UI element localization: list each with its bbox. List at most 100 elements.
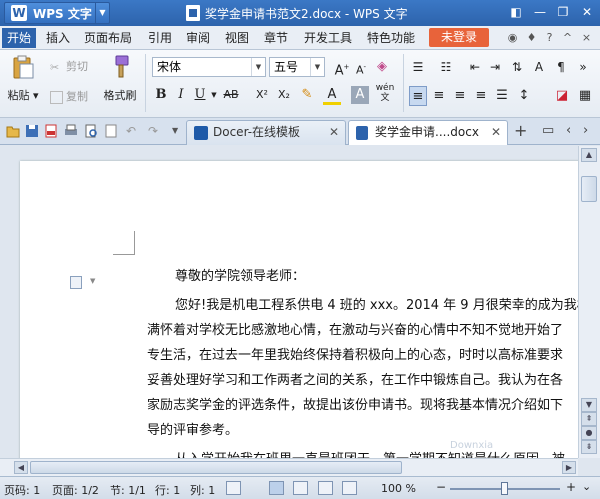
strikethrough-button[interactable]: AB bbox=[220, 85, 242, 105]
print-preview-icon[interactable] bbox=[84, 124, 98, 138]
status-page-number[interactable]: 页码: 1 bbox=[4, 482, 40, 498]
tab-active-document[interactable]: 奖学金申请....docx ✕ bbox=[348, 120, 508, 145]
spellcheck-icon[interactable] bbox=[226, 481, 241, 495]
chinese-layout-icon[interactable]: A bbox=[530, 57, 548, 77]
copy-button[interactable]: 复制 bbox=[50, 88, 88, 104]
menu-page-layout[interactable]: 页面布局 bbox=[84, 29, 132, 47]
paragraph-handle-icon[interactable] bbox=[70, 276, 82, 289]
pdf-icon[interactable] bbox=[44, 124, 58, 138]
document-area[interactable]: ▼ 尊敬的学院领导老师： 您好!我是机电工程系供电 4 班的 xxx。2014 … bbox=[0, 146, 578, 458]
text-line[interactable]: 您好!我是机电工程系供电 4 班的 xxx。2014 年 9 月很荣幸的成为我校 bbox=[175, 294, 578, 313]
text-effect-icon[interactable]: ✎ bbox=[298, 85, 316, 105]
distributed-button[interactable]: ☰ bbox=[493, 86, 511, 106]
undo-icon[interactable]: ↶ bbox=[126, 124, 140, 138]
text-line[interactable]: 导的评审参考。 bbox=[147, 419, 238, 438]
ribbon-collapse-icon[interactable]: ^ bbox=[561, 31, 574, 44]
numbered-list-icon[interactable]: ☷ bbox=[437, 57, 455, 77]
shirt-icon[interactable]: ♦ bbox=[525, 31, 538, 44]
print-icon[interactable] bbox=[64, 124, 78, 138]
next-page-icon[interactable]: ⇟ bbox=[581, 440, 597, 454]
horizontal-scrollbar[interactable]: ◀ ▶ bbox=[0, 458, 578, 476]
chevron-down-icon[interactable]: ▼ bbox=[310, 58, 324, 76]
menu-review[interactable]: 审阅 bbox=[186, 29, 210, 47]
web-view-icon[interactable] bbox=[318, 481, 333, 495]
close-button[interactable]: ✕ bbox=[577, 3, 597, 21]
font-name-select[interactable]: 宋体 ▼ bbox=[152, 57, 266, 77]
open-folder-icon[interactable] bbox=[6, 124, 20, 138]
scroll-left-icon[interactable]: ◀ bbox=[14, 461, 28, 474]
cut-button[interactable]: ✂ 剪切 bbox=[50, 58, 88, 74]
document-preview-icon[interactable] bbox=[104, 124, 118, 138]
ribbon-close-icon[interactable]: × bbox=[580, 31, 593, 44]
status-section[interactable]: 节: 1/1 bbox=[110, 482, 146, 498]
show-marks-icon[interactable]: ¶ bbox=[552, 57, 570, 77]
scroll-up-icon[interactable]: ▲ bbox=[581, 148, 597, 162]
zoom-slider-knob[interactable] bbox=[501, 482, 508, 495]
status-column[interactable]: 列: 1 bbox=[190, 482, 215, 498]
zoom-level[interactable]: 100 % bbox=[381, 482, 416, 495]
menu-view[interactable]: 视图 bbox=[225, 29, 249, 47]
close-icon[interactable]: ✕ bbox=[329, 121, 339, 144]
login-button[interactable]: 未登录 bbox=[429, 28, 489, 47]
text-line[interactable]: 满怀着对学校无比感激地心情，在激动与兴奋的心情中不知不觉地开始了 bbox=[147, 319, 563, 338]
increase-indent-icon[interactable]: ⇥ bbox=[486, 57, 504, 77]
select-browse-icon[interactable]: ● bbox=[581, 426, 597, 440]
shading-icon[interactable]: ◪ bbox=[553, 86, 571, 106]
page-view-icon[interactable] bbox=[269, 481, 284, 495]
pinyin-button[interactable]: wén 文 bbox=[373, 83, 397, 103]
scroll-down-icon[interactable]: ▼ bbox=[581, 398, 597, 412]
minimize-button[interactable]: — bbox=[530, 3, 550, 21]
menu-references[interactable]: 引用 bbox=[148, 29, 172, 47]
scroll-right-icon[interactable]: ▶ bbox=[562, 461, 576, 474]
line-spacing-icon[interactable]: ↕ bbox=[515, 86, 533, 106]
skin-icon[interactable]: ◧ bbox=[506, 3, 526, 21]
customize-toolbar-icon[interactable]: ▼ bbox=[172, 124, 186, 138]
redo-icon[interactable]: ↷ bbox=[148, 124, 162, 138]
zoom-out-icon[interactable]: − bbox=[436, 480, 446, 494]
prev-page-icon[interactable]: ⇞ bbox=[581, 412, 597, 426]
vertical-scroll-thumb[interactable] bbox=[581, 176, 597, 202]
font-color-button[interactable]: A bbox=[323, 85, 341, 105]
status-row[interactable]: 行: 1 bbox=[155, 482, 180, 498]
pin-icon[interactable]: ◉ bbox=[506, 31, 519, 44]
justify-button[interactable]: ≡ bbox=[472, 86, 490, 106]
sort-icon[interactable]: ⇅ bbox=[508, 57, 526, 77]
maximize-button[interactable]: ❐ bbox=[553, 3, 573, 21]
full-screen-view-icon[interactable] bbox=[293, 481, 308, 495]
document-page[interactable]: ▼ 尊敬的学院领导老师： 您好!我是机电工程系供电 4 班的 xxx。2014 … bbox=[20, 161, 578, 458]
italic-button[interactable]: I bbox=[172, 85, 190, 105]
text-line[interactable]: 专生活，在过去一年里我始终保持着积极向上的心态，时时以高标准要求 bbox=[147, 344, 563, 363]
text-line[interactable]: 妥善处理好学习和工作两者之间的关系，在工作中锻炼自己。我认为在各 bbox=[147, 369, 563, 388]
new-tab-icon[interactable]: + bbox=[514, 123, 528, 139]
format-painter-button[interactable]: 格式刷 bbox=[100, 54, 140, 103]
tab-docer-templates[interactable]: Docer-在线模板 ✕ bbox=[186, 120, 346, 145]
font-size-select[interactable]: 五号 ▼ bbox=[269, 57, 325, 77]
outline-view-icon[interactable] bbox=[342, 481, 357, 495]
text-line[interactable]: 从入学开始我在班里一直是班团干，第一学期不知道是什么原因，被 bbox=[175, 448, 565, 458]
shrink-font-icon[interactable]: A- bbox=[352, 57, 370, 77]
menu-features[interactable]: 特色功能 bbox=[367, 29, 415, 47]
text-line[interactable]: 家励志奖学金的评选条件，故提出该份申请书。现将我基本情况介绍如下 bbox=[147, 394, 563, 413]
decrease-indent-icon[interactable]: ⇤ bbox=[466, 57, 484, 77]
paste-button[interactable]: 粘贴 ▾ bbox=[6, 54, 40, 103]
bold-button[interactable]: B bbox=[152, 85, 170, 105]
menu-sections[interactable]: 章节 bbox=[264, 29, 288, 47]
underline-button[interactable]: U bbox=[191, 85, 209, 105]
menu-insert[interactable]: 插入 bbox=[46, 29, 70, 47]
char-shading-button[interactable]: A bbox=[351, 86, 369, 104]
subscript-button[interactable]: X₂ bbox=[274, 85, 294, 105]
app-menu-button[interactable]: W WPS 文字 ▼ bbox=[4, 2, 110, 24]
tab-list-icon[interactable]: ▭ bbox=[542, 124, 556, 138]
horizontal-scroll-thumb[interactable] bbox=[30, 461, 402, 474]
vertical-scrollbar[interactable]: ▲ ▼ ⇞ ● ⇟ bbox=[578, 146, 600, 458]
save-icon[interactable] bbox=[25, 124, 39, 138]
chevron-down-icon[interactable]: ▼ bbox=[208, 85, 220, 105]
grow-font-icon[interactable]: A+ bbox=[333, 57, 351, 78]
zoom-in-icon[interactable]: + bbox=[566, 480, 576, 494]
align-left-button[interactable]: ≡ bbox=[409, 86, 427, 106]
menu-home[interactable]: 开始 bbox=[2, 28, 37, 48]
text-line[interactable]: 尊敬的学院领导老师： bbox=[175, 265, 305, 284]
status-pages[interactable]: 页面: 1/2 bbox=[52, 482, 99, 498]
tab-scroll-left-icon[interactable]: ‹ bbox=[566, 124, 580, 138]
border-icon[interactable]: ▦ bbox=[576, 86, 594, 106]
